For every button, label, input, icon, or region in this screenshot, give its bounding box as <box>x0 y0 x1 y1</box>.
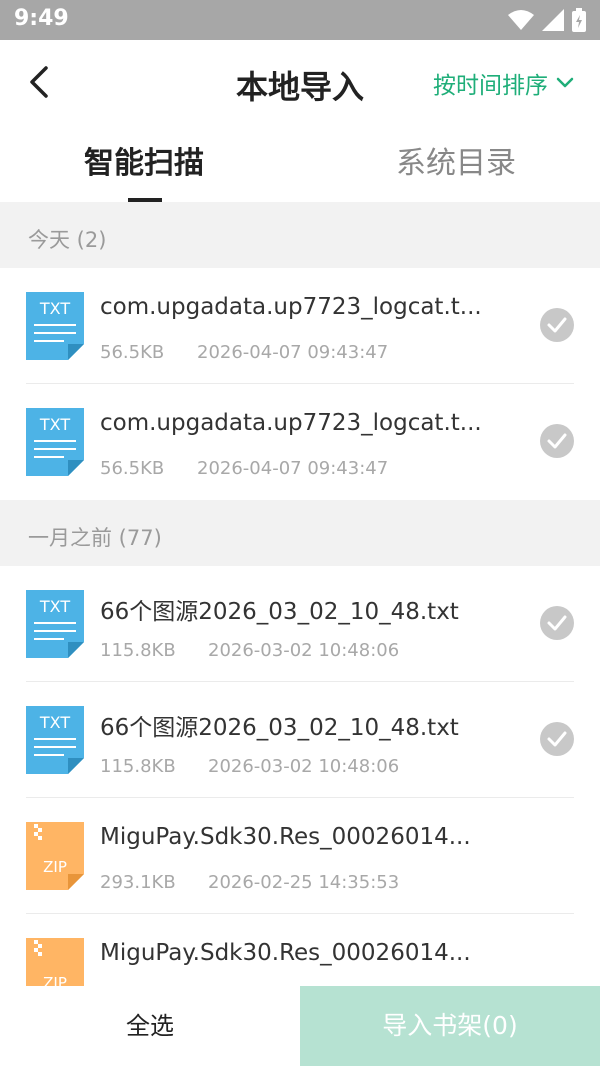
back-arrow-icon <box>30 66 48 98</box>
svg-text:ZIP: ZIP <box>43 974 67 986</box>
txt-file-icon: TXT <box>26 408 84 476</box>
file-row[interactable]: TXT com.upgadata.up7723_logcat.t... 56.5… <box>0 384 600 500</box>
svg-text:TXT: TXT <box>39 713 70 732</box>
file-name: 66个图源2026_03_02_10_48.txt <box>100 599 459 625</box>
zip-file-icon: ZIP <box>26 938 84 986</box>
check-circle-icon[interactable] <box>540 308 574 342</box>
svg-text:TXT: TXT <box>39 415 70 434</box>
file-date: 2026-03-02 10:48:06 <box>208 640 400 661</box>
txt-file-icon: TXT <box>26 706 84 774</box>
nav-bar: 本地导入 按时间排序 <box>0 40 600 124</box>
wifi-icon <box>508 10 534 30</box>
zip-file-icon: ZIP <box>26 822 84 890</box>
sort-label: 按时间排序 <box>433 73 548 99</box>
file-size: 56.5KB <box>100 458 165 479</box>
tab-smart-scan[interactable]: 智能扫描 <box>0 138 294 182</box>
select-all-button[interactable]: 全选 <box>0 986 300 1066</box>
status-time: 9:49 <box>14 6 69 31</box>
back-button[interactable] <box>20 60 64 104</box>
txt-file-icon: TXT <box>26 590 84 658</box>
tab-system-directory[interactable]: 系统目录 <box>306 138 600 182</box>
bottom-action-bar: 全选 导入书架(0) <box>0 986 600 1066</box>
battery-icon <box>572 8 586 32</box>
txt-file-icon: TXT <box>26 292 84 360</box>
file-date: 2026-02-25 14:35:53 <box>208 872 400 893</box>
svg-text:TXT: TXT <box>39 299 70 318</box>
svg-text:TXT: TXT <box>39 597 70 616</box>
file-size: 115.8KB <box>100 756 176 777</box>
status-icons <box>508 8 586 32</box>
tab-bar: 智能扫描 系统目录 <box>0 124 600 202</box>
file-size: 56.5KB <box>100 342 165 363</box>
check-circle-icon[interactable] <box>540 606 574 640</box>
file-date: 2026-04-07 09:43:47 <box>197 458 389 479</box>
svg-text:ZIP: ZIP <box>43 858 67 876</box>
chevron-down-icon <box>556 77 574 88</box>
status-bar: 9:49 <box>0 0 600 40</box>
file-row[interactable]: TXT com.upgadata.up7723_logcat.t... 56.5… <box>0 268 600 384</box>
file-row[interactable]: ZIP MiguPay.Sdk30.Res_00026014... 293.1K… <box>0 798 600 914</box>
section-header-month-ago: 一月之前 (77) <box>0 500 600 566</box>
file-name: com.upgadata.up7723_logcat.t... <box>100 294 482 320</box>
section-header-today: 今天 (2) <box>0 202 600 268</box>
file-list[interactable]: 今天 (2) TXT com.upgadata.up7723_logcat.t.… <box>0 202 600 986</box>
file-size: 115.8KB <box>100 640 176 661</box>
check-circle-icon[interactable] <box>540 722 574 756</box>
file-name: 66个图源2026_03_02_10_48.txt <box>100 715 459 741</box>
file-row[interactable]: TXT 66个图源2026_03_02_10_48.txt 115.8KB 20… <box>0 566 600 682</box>
file-name: MiguPay.Sdk30.Res_00026014... <box>100 824 471 850</box>
file-row[interactable]: ZIP MiguPay.Sdk30.Res_00026014... <box>0 914 600 986</box>
file-name: MiguPay.Sdk30.Res_00026014... <box>100 940 471 966</box>
file-date: 2026-03-02 10:48:06 <box>208 756 400 777</box>
file-name: com.upgadata.up7723_logcat.t... <box>100 410 482 436</box>
sort-dropdown[interactable]: 按时间排序 <box>433 66 574 100</box>
signal-icon <box>542 9 564 31</box>
file-size: 293.1KB <box>100 872 176 893</box>
check-circle-icon[interactable] <box>540 424 574 458</box>
file-row[interactable]: TXT 66个图源2026_03_02_10_48.txt 115.8KB 20… <box>0 682 600 798</box>
import-to-bookshelf-button[interactable]: 导入书架(0) <box>300 986 600 1066</box>
file-date: 2026-04-07 09:43:47 <box>197 342 389 363</box>
